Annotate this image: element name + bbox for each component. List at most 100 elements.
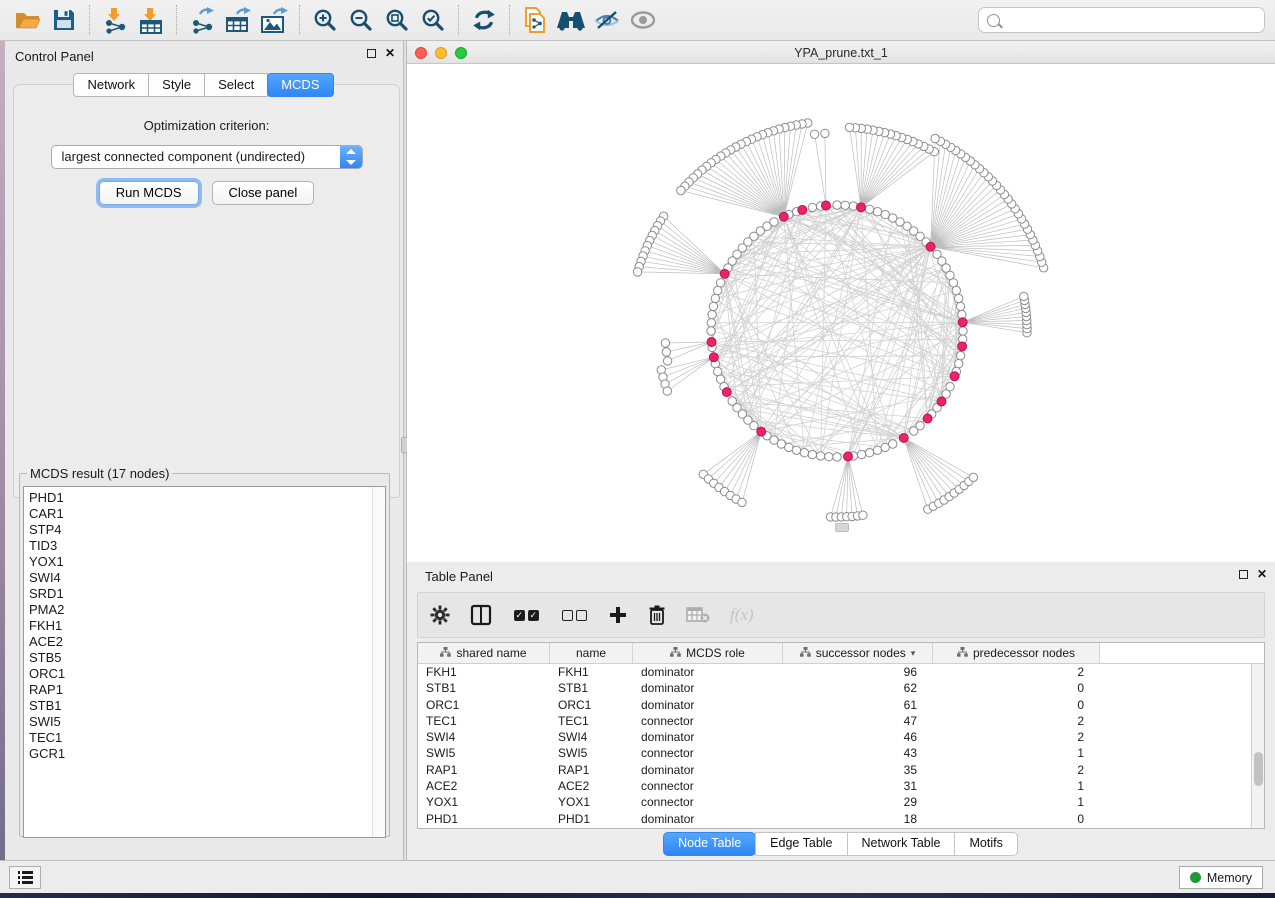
export-table-icon[interactable] — [220, 3, 256, 37]
network-node[interactable] — [1020, 292, 1028, 300]
mcds-dominator-node[interactable] — [798, 205, 807, 214]
network-node[interactable] — [738, 498, 746, 506]
mcds-dominator-node[interactable] — [709, 353, 718, 362]
mcds-result-item[interactable]: PMA2 — [29, 602, 385, 618]
table-row[interactable]: PHD1PHD1dominator180 — [418, 811, 1264, 827]
import-table-icon[interactable] — [133, 3, 169, 37]
mcds-dominator-node[interactable] — [950, 372, 959, 381]
network-node[interactable] — [816, 452, 824, 460]
table-settings-gear-icon[interactable] — [430, 600, 450, 630]
zoom-in-icon[interactable] — [307, 3, 343, 37]
mcds-result-item[interactable]: STB5 — [29, 650, 385, 666]
network-node[interactable] — [750, 422, 758, 430]
column-header-successor-nodes[interactable]: successor nodes▾ — [783, 643, 933, 663]
network-node[interactable] — [662, 348, 670, 356]
show-all-icon[interactable] — [625, 3, 661, 37]
network-node[interactable] — [808, 450, 816, 458]
mcds-result-item[interactable]: RAP1 — [29, 682, 385, 698]
column-header-shared-name[interactable]: shared name — [418, 643, 550, 663]
table-scrollbar[interactable] — [1251, 664, 1264, 828]
tab-network-table[interactable]: Network Table — [847, 832, 956, 856]
network-node[interactable] — [707, 319, 715, 327]
refresh-view-icon[interactable] — [466, 3, 502, 37]
network-node[interactable] — [810, 130, 818, 138]
network-node[interactable] — [841, 201, 849, 209]
network-node[interactable] — [873, 208, 881, 216]
open-file-icon[interactable] — [10, 3, 46, 37]
run-mcds-button[interactable]: Run MCDS — [99, 181, 199, 205]
optimization-criterion-dropdown[interactable]: largest connected component (undirected) — [51, 145, 363, 169]
network-node[interactable] — [845, 123, 853, 131]
network-node[interactable] — [708, 310, 716, 318]
network-node[interactable] — [873, 446, 881, 454]
mcds-dominator-node[interactable] — [720, 269, 729, 278]
mcds-dominator-node[interactable] — [926, 242, 935, 251]
table-row[interactable]: TEC1TEC1connector472 — [418, 713, 1264, 729]
zoom-out-icon[interactable] — [343, 3, 379, 37]
mcds-result-list[interactable]: PHD1CAR1STP4TID3YOX1SWI4SRD1PMA2FKH1ACE2… — [23, 486, 386, 838]
network-node[interactable] — [714, 367, 722, 375]
network-node[interactable] — [959, 327, 967, 335]
network-node[interactable] — [661, 339, 669, 347]
mcds-result-item[interactable]: TEC1 — [29, 730, 385, 746]
network-node[interactable] — [785, 443, 793, 451]
network-node[interactable] — [969, 473, 977, 481]
mcds-result-item[interactable]: YOX1 — [29, 554, 385, 570]
mcds-result-item[interactable]: STB1 — [29, 698, 385, 714]
network-node[interactable] — [808, 203, 816, 211]
horizontal-splitter-handle[interactable] — [835, 523, 849, 532]
network-node[interactable] — [800, 449, 808, 457]
show-columns-icon[interactable] — [470, 600, 492, 630]
zoom-selected-icon[interactable] — [415, 3, 451, 37]
mcds-dominator-node[interactable] — [844, 452, 853, 461]
network-node[interactable] — [825, 453, 833, 461]
zoom-fit-icon[interactable] — [379, 3, 415, 37]
column-header-MCDS-role[interactable]: MCDS role — [633, 643, 783, 663]
mcds-result-item[interactable]: SWI4 — [29, 570, 385, 586]
network-node[interactable] — [792, 446, 800, 454]
network-node[interactable] — [833, 201, 841, 209]
first-neighbors-icon[interactable] — [553, 3, 589, 37]
close-table-panel-icon[interactable]: ✕ — [1257, 570, 1267, 579]
float-panel-icon[interactable] — [367, 49, 376, 58]
tab-select[interactable]: Select — [204, 73, 268, 97]
network-node[interactable] — [933, 250, 941, 258]
network-node[interactable] — [714, 286, 722, 294]
select-all-icon[interactable] — [512, 600, 540, 630]
network-node[interactable] — [865, 205, 873, 213]
mcds-result-item[interactable]: STP4 — [29, 522, 385, 538]
mcds-result-item[interactable]: SWI5 — [29, 714, 385, 730]
network-canvas[interactable] — [407, 64, 1275, 562]
network-node[interactable] — [952, 286, 960, 294]
network-node[interactable] — [881, 210, 889, 218]
network-node[interactable] — [663, 387, 671, 395]
network-node[interactable] — [857, 450, 865, 458]
mcds-result-item[interactable]: PHD1 — [29, 490, 385, 506]
search-input[interactable] — [1006, 13, 1256, 28]
mcds-result-item[interactable]: CAR1 — [29, 506, 385, 522]
mcds-dominator-node[interactable] — [958, 318, 967, 327]
export-network-icon[interactable] — [184, 3, 220, 37]
import-network-icon[interactable] — [97, 3, 133, 37]
mcds-dominator-node[interactable] — [857, 203, 866, 212]
network-node[interactable] — [931, 134, 939, 142]
tab-edge-table[interactable]: Edge Table — [755, 832, 847, 856]
tab-motifs[interactable]: Motifs — [954, 832, 1017, 856]
network-node[interactable] — [709, 302, 717, 310]
mcds-result-item[interactable]: SRD1 — [29, 586, 385, 602]
table-row[interactable]: SWI5SWI5connector431 — [418, 745, 1264, 761]
network-node[interactable] — [955, 359, 963, 367]
close-panel-icon[interactable]: ✕ — [385, 49, 395, 58]
network-search[interactable] — [978, 7, 1265, 33]
mcds-dominator-node[interactable] — [923, 414, 932, 423]
network-node[interactable] — [821, 129, 829, 137]
mcds-dominator-node[interactable] — [822, 201, 831, 210]
network-node[interactable] — [663, 357, 671, 365]
network-node[interactable] — [833, 453, 841, 461]
tab-node-table[interactable]: Node Table — [663, 832, 756, 856]
mcds-result-item[interactable]: ACE2 — [29, 634, 385, 650]
mcds-dominator-node[interactable] — [899, 433, 908, 442]
network-node[interactable] — [946, 383, 954, 391]
hide-selected-icon[interactable] — [589, 3, 625, 37]
mcds-result-item[interactable]: GCR1 — [29, 746, 385, 762]
